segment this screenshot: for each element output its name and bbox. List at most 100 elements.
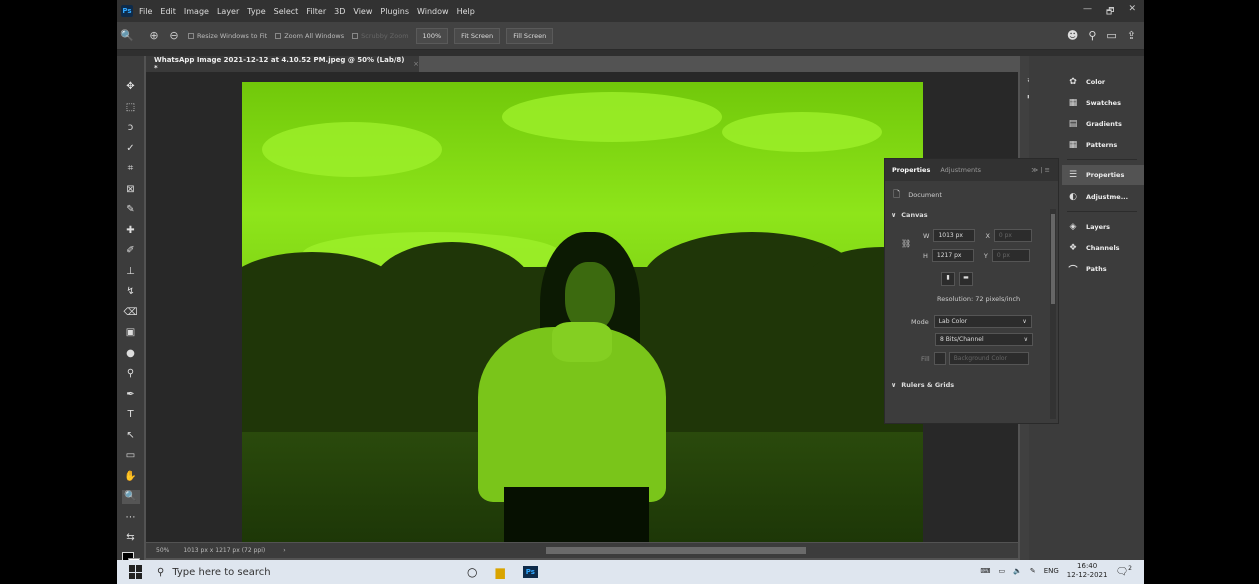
gradient-tool-icon[interactable]: ▣ — [122, 326, 140, 340]
rectangle-tool-icon[interactable]: ▭ — [122, 449, 140, 463]
rulers-grids-section-header[interactable]: ∨ Rulers & Grids — [891, 381, 954, 389]
dock-adjustments[interactable]: ◐ Adjustme... — [1062, 187, 1144, 207]
brush-tool-icon[interactable]: ✐ — [122, 244, 140, 258]
eraser-tool-icon[interactable]: ⌫ — [122, 306, 140, 320]
pen-icon[interactable]: ✎ — [1030, 567, 1036, 575]
lasso-tool-icon[interactable]: ↄ — [122, 121, 140, 135]
dock-color[interactable]: ✿ Color — [1062, 72, 1144, 92]
type-tool-icon[interactable]: T — [122, 408, 140, 422]
marquee-tool-icon[interactable]: ⬚ — [122, 101, 140, 115]
tab-properties[interactable]: Properties — [892, 166, 930, 174]
restore-button[interactable]: 🗗 — [1106, 4, 1114, 20]
height-field[interactable]: 1217 px — [931, 249, 974, 262]
link-icon[interactable]: ⛓ — [901, 239, 911, 248]
mode-select[interactable]: Lab Color ∨ — [933, 315, 1032, 328]
dock-gradients[interactable]: ▤ Gradients — [1062, 114, 1144, 134]
tab-adjustments[interactable]: Adjustments — [940, 166, 981, 174]
dock-properties[interactable]: ☰ Properties — [1062, 165, 1144, 185]
zoom-in-icon[interactable]: ⊕ — [147, 29, 161, 42]
hand-tool-icon[interactable]: ✋ — [122, 470, 140, 484]
menu-filter[interactable]: Filter — [306, 7, 326, 16]
properties-scrollbar[interactable] — [1050, 209, 1056, 419]
menu-type[interactable]: Type — [247, 7, 265, 16]
menu-plugins[interactable]: Plugins — [380, 7, 409, 16]
image-cloud — [502, 92, 722, 142]
windows-start-icon[interactable] — [129, 565, 143, 579]
discover-icon[interactable]: ☻ — [1067, 29, 1078, 42]
workspace-icon[interactable]: ▭ — [1106, 29, 1116, 42]
zoom-all-checkbox[interactable]: Zoom All Windows — [275, 32, 344, 40]
menu-view[interactable]: View — [353, 7, 372, 16]
resize-windows-checkbox[interactable]: Resize Windows to Fit — [188, 32, 267, 40]
portrait-icon[interactable]: ▮ — [941, 272, 955, 286]
photoshop-taskbar-icon[interactable]: Ps — [522, 566, 538, 578]
fill-swatch[interactable] — [933, 352, 946, 365]
close-button[interactable]: ✕ — [1128, 4, 1136, 20]
clock[interactable]: 16:40 12-12-2021 — [1067, 562, 1108, 580]
history-brush-tool-icon[interactable]: ↯ — [122, 285, 140, 299]
blur-tool-icon[interactable]: ● — [122, 347, 140, 361]
menu-edit[interactable]: Edit — [160, 7, 176, 16]
volume-icon[interactable]: 🔈 — [1013, 567, 1022, 575]
zoom-100-button[interactable]: 100% — [415, 27, 449, 44]
dock-swatches[interactable]: ▦ Swatches — [1062, 93, 1144, 113]
dock-separator — [1067, 211, 1137, 212]
document-tab[interactable]: WhatsApp Image 2021-12-12 at 4.10.52 PM.… — [146, 56, 419, 72]
quick-selection-tool-icon[interactable]: ✓ — [122, 142, 140, 156]
minimize-button[interactable]: — — [1083, 4, 1092, 20]
menu-image[interactable]: Image — [184, 7, 209, 16]
bit-depth-select[interactable]: 8 Bits/Channel ∨ — [935, 333, 1033, 346]
scrollbar-thumb[interactable] — [1051, 214, 1055, 304]
document-size[interactable]: 1013 px x 1217 px (72 ppi) — [183, 547, 265, 554]
language-indicator[interactable]: ENG — [1044, 567, 1059, 575]
taskbar-search[interactable]: ⚲ Type here to search — [157, 561, 377, 583]
eyedropper-tool-icon[interactable]: ✎ — [122, 203, 140, 217]
search-icon[interactable]: ⚲ — [1088, 29, 1096, 42]
close-tab-icon[interactable]: × — [413, 60, 419, 68]
canvas-section-header[interactable]: ∨ Canvas — [891, 211, 928, 219]
fill-select[interactable]: Background Color — [948, 352, 1029, 365]
pen-tool-icon[interactable]: ✒ — [122, 388, 140, 402]
fill-screen-button[interactable]: Fill Screen — [506, 27, 554, 44]
zoom-tool-sidebar-icon[interactable]: 🔍 — [121, 490, 140, 504]
menu-layer[interactable]: Layer — [217, 7, 239, 16]
zoom-level[interactable]: 50% — [156, 547, 169, 554]
clone-stamp-tool-icon[interactable]: ⊥ — [122, 265, 140, 279]
move-tool-icon[interactable]: ✥ — [122, 80, 140, 94]
resolution-row: Resolution: 72 pixels/inch — [937, 295, 1020, 303]
crop-tool-icon[interactable]: ⌗ — [122, 162, 140, 176]
zoom-out-icon[interactable]: ⊖ — [167, 29, 181, 42]
scrubby-zoom-checkbox[interactable]: Scrubby Zoom — [352, 32, 409, 40]
frame-tool-icon[interactable]: ⊠ — [122, 183, 140, 197]
keyboard-icon[interactable]: ⌨ — [980, 567, 990, 575]
more-tools-icon[interactable]: ⋯ — [122, 511, 140, 525]
notifications-icon[interactable]: 🗨2 — [1115, 565, 1132, 577]
dock-channels[interactable]: ❖ Channels — [1062, 238, 1144, 258]
swatches-icon: ▦ — [1068, 98, 1078, 108]
battery-icon[interactable]: ▭ — [998, 567, 1005, 575]
y-field[interactable]: 0 px — [991, 249, 1030, 262]
fit-screen-button[interactable]: Fit Screen — [454, 27, 501, 44]
menu-file[interactable]: File — [139, 7, 152, 16]
dock-patterns[interactable]: ▦ Patterns — [1062, 135, 1144, 155]
file-explorer-icon[interactable]: ▆ — [495, 565, 504, 579]
width-field[interactable]: 1013 px — [933, 229, 976, 242]
x-field[interactable]: 0 px — [993, 229, 1032, 242]
zoom-tool-icon[interactable]: 🔍 — [120, 29, 134, 42]
dock-paths[interactable]: ⌒ Paths — [1062, 259, 1144, 279]
default-colors-icon[interactable]: ⇆ — [122, 531, 140, 545]
panel-menu-icon[interactable]: ≫ | ≡ — [1031, 166, 1050, 174]
dodge-tool-icon[interactable]: ⚲ — [122, 367, 140, 381]
path-selection-tool-icon[interactable]: ↖ — [122, 429, 140, 443]
landscape-icon[interactable]: ▬ — [959, 272, 973, 286]
menu-help[interactable]: Help — [457, 7, 475, 16]
healing-brush-tool-icon[interactable]: ✚ — [122, 224, 140, 238]
chevron-right-icon[interactable]: › — [283, 547, 285, 554]
share-icon[interactable]: ⇪ — [1127, 29, 1136, 42]
menu-3d[interactable]: 3D — [334, 7, 345, 16]
dock-layers[interactable]: ◈ Layers — [1062, 217, 1144, 237]
cortana-icon[interactable]: ○ — [467, 565, 477, 579]
horizontal-scrollbar[interactable] — [546, 547, 806, 554]
menu-select[interactable]: Select — [274, 7, 299, 16]
menu-window[interactable]: Window — [417, 7, 449, 16]
